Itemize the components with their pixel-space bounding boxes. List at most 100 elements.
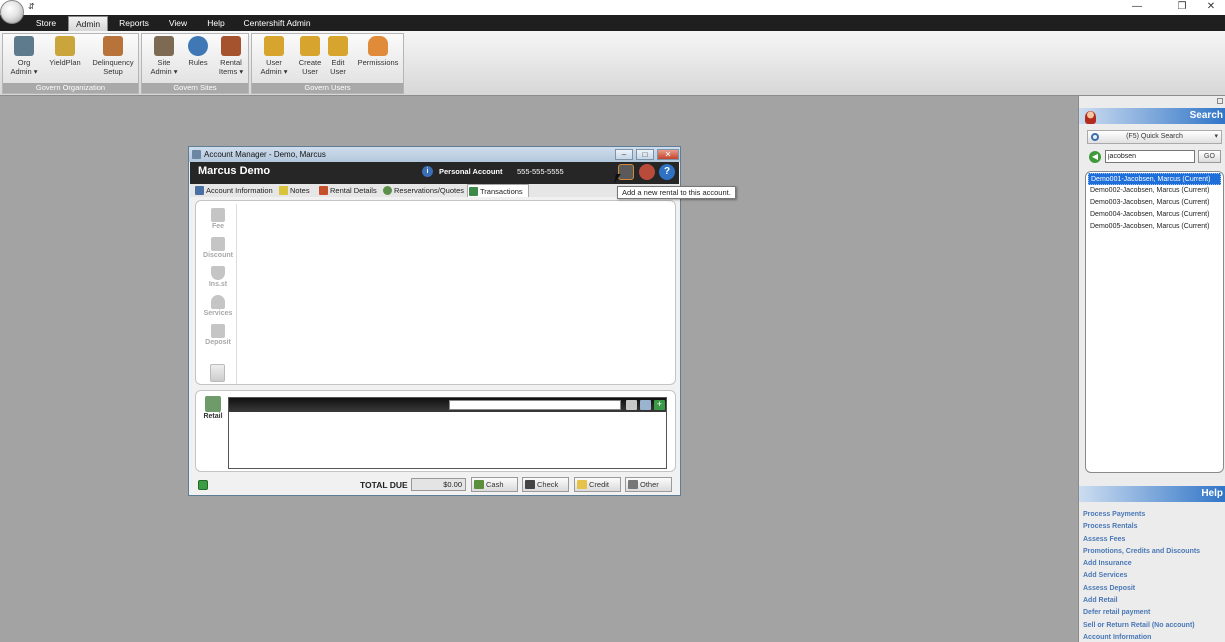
permissions-button[interactable]: Permissions: [354, 36, 402, 67]
search-panel-header: Search: [1079, 108, 1225, 124]
close-button[interactable]: ✕: [1196, 0, 1225, 14]
move-out-icon[interactable]: [639, 164, 655, 180]
delinquency-icon: [103, 36, 123, 56]
help-link-process-payments[interactable]: Process Payments: [1083, 509, 1225, 521]
back-arrow-icon[interactable]: ◀: [1089, 151, 1101, 163]
user-admin-button[interactable]: User Admin ▾: [256, 36, 292, 76]
deposit-tool[interactable]: Deposit: [199, 324, 237, 346]
other-button[interactable]: Other: [625, 477, 672, 492]
add-rental-tooltip: Add a new rental to this account.: [617, 186, 736, 199]
notes-icon: [279, 186, 288, 195]
go-button[interactable]: GO: [1198, 150, 1221, 163]
create-user-button[interactable]: Create User: [294, 36, 326, 76]
retail-search-input[interactable]: [449, 400, 621, 410]
am-minimize-button[interactable]: –: [615, 149, 633, 160]
search-input[interactable]: [1105, 150, 1195, 163]
ribbon-group-govern-users: User Admin ▾ Create User Edit User Permi…: [251, 33, 404, 94]
search-results-list: Demo001-Jacobsen, Marcus (Current) Demo0…: [1085, 171, 1224, 473]
org-admin-button[interactable]: Org Admin ▾: [7, 36, 41, 76]
help-link-assess-deposit[interactable]: Assess Deposit: [1083, 583, 1225, 595]
list-item[interactable]: Demo004-Jacobsen, Marcus (Current): [1088, 209, 1221, 221]
app-menu-orb-icon[interactable]: [0, 0, 24, 24]
discount-tool[interactable]: Discount: [199, 237, 237, 259]
ribbon-group-label: Govern Sites: [142, 83, 248, 93]
discount-icon: [211, 237, 225, 251]
menu-help[interactable]: Help: [201, 15, 231, 31]
rental-items-icon: [221, 36, 241, 56]
help-link-add-insurance[interactable]: Add Insurance: [1083, 558, 1225, 570]
ribbon: Org Admin ▾ YieldPlan Delinquency Setup …: [0, 31, 1225, 96]
retail-grid: +: [228, 397, 667, 469]
tab-rental-details[interactable]: Rental Details: [318, 184, 380, 197]
deposit-icon: [211, 324, 225, 338]
help-link-assess-fees[interactable]: Assess Fees: [1083, 534, 1225, 546]
refresh-icon[interactable]: [198, 480, 208, 490]
site-admin-button[interactable]: Site Admin ▾: [146, 36, 182, 76]
tab-reservations-quotes[interactable]: Reservations/Quotes: [382, 184, 466, 197]
rules-button[interactable]: Rules: [184, 36, 212, 67]
account-phone: 555-555-5555: [517, 167, 564, 176]
yieldplan-button[interactable]: YieldPlan: [45, 36, 85, 67]
retail-panel: Retail +: [195, 390, 676, 472]
help-link-add-services[interactable]: Add Services: [1083, 570, 1225, 582]
insurance-tool[interactable]: Ins.st: [199, 266, 237, 288]
app-title-bar: ⇵ — ❐ ✕: [0, 0, 1225, 24]
reservations-icon: [383, 186, 392, 195]
edit-user-button[interactable]: Edit User: [324, 36, 352, 76]
account-manager-title-bar[interactable]: Account Manager - Demo, Marcus – □ ✕: [189, 147, 680, 162]
am-close-button[interactable]: ✕: [657, 149, 679, 160]
retail-scan-icon[interactable]: [626, 400, 637, 410]
account-name: Marcus Demo: [198, 165, 271, 177]
delinquency-setup-button[interactable]: Delinquency Setup: [88, 36, 138, 76]
menu-view[interactable]: View: [163, 15, 193, 31]
help-link-account-information[interactable]: Account Information: [1083, 632, 1225, 642]
quick-search-dropdown[interactable]: (F5) Quick Search ▾: [1087, 130, 1222, 144]
restore-button[interactable]: ❐: [1167, 0, 1197, 14]
rental-items-button[interactable]: Rental Items ▾: [214, 36, 248, 76]
ribbon-group-govern-organization: Org Admin ▾ YieldPlan Delinquency Setup …: [2, 33, 139, 94]
person-icon: [1085, 111, 1096, 124]
chevron-down-icon: ▾: [1214, 133, 1218, 140]
credit-button[interactable]: Credit: [574, 477, 621, 492]
list-item[interactable]: Demo001-Jacobsen, Marcus (Current): [1088, 173, 1221, 185]
retail-grid-header: +: [229, 398, 666, 412]
site-admin-icon: [154, 36, 174, 56]
trash-icon[interactable]: [210, 364, 225, 382]
retail-tool[interactable]: Retail: [200, 396, 226, 420]
account-manager-window: Account Manager - Demo, Marcus – □ ✕ Mar…: [188, 146, 681, 496]
retail-people-icon[interactable]: [640, 400, 651, 410]
minimize-button[interactable]: —: [1122, 0, 1152, 14]
tab-account-information[interactable]: Account Information: [194, 184, 276, 197]
tab-notes[interactable]: Notes: [278, 184, 316, 197]
list-item[interactable]: Demo002-Jacobsen, Marcus (Current): [1088, 185, 1221, 197]
quick-access-toolbar[interactable]: ⇵: [28, 2, 35, 11]
am-maximize-button[interactable]: □: [636, 149, 654, 160]
account-tabs: Account Information Notes Rental Details…: [190, 184, 679, 197]
retail-add-icon[interactable]: +: [654, 400, 665, 410]
cash-button[interactable]: Cash: [471, 477, 518, 492]
menu-reports[interactable]: Reports: [115, 15, 153, 31]
help-link-add-retail[interactable]: Add Retail: [1083, 595, 1225, 607]
menu-store[interactable]: Store: [30, 15, 62, 31]
org-admin-icon: [14, 36, 34, 56]
check-button[interactable]: Check: [522, 477, 569, 492]
rules-icon: [188, 36, 208, 56]
list-item[interactable]: Demo003-Jacobsen, Marcus (Current): [1088, 197, 1221, 209]
check-icon: [525, 480, 535, 489]
help-link-process-rentals[interactable]: Process Rentals: [1083, 521, 1225, 533]
add-rental-icon[interactable]: [618, 164, 634, 180]
tab-transactions[interactable]: Transactions: [467, 184, 529, 197]
panel-close-icon[interactable]: [1217, 98, 1223, 104]
help-link-promotions[interactable]: Promotions, Credits and Discounts: [1083, 546, 1225, 558]
list-item[interactable]: Demo005-Jacobsen, Marcus (Current): [1088, 221, 1221, 233]
services-tool[interactable]: Services: [199, 295, 237, 317]
ribbon-group-label: Govern Users: [252, 83, 403, 93]
info-icon[interactable]: i: [422, 166, 433, 177]
menu-centershift-admin[interactable]: Centershift Admin: [240, 15, 314, 31]
help-link-defer-retail-payment[interactable]: Defer retail payment: [1083, 607, 1225, 619]
help-link-sell-return-retail[interactable]: Sell or Return Retail (No account): [1083, 620, 1225, 632]
menu-bar: Store Admin Reports View Help Centershif…: [0, 15, 1225, 31]
fee-tool[interactable]: Fee: [199, 208, 237, 230]
help-question-icon[interactable]: ?: [659, 164, 675, 180]
menu-admin[interactable]: Admin: [68, 16, 108, 31]
